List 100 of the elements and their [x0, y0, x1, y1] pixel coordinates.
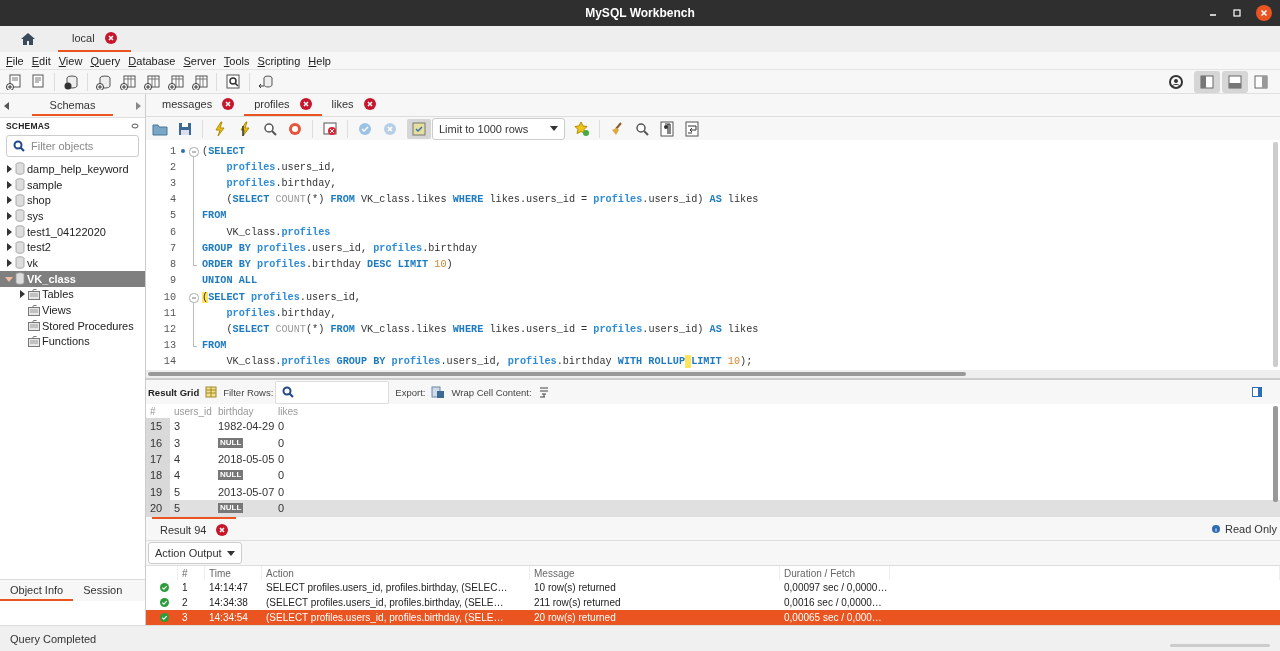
filter-field[interactable] [275, 380, 390, 404]
menu-item[interactable]: Database [124, 54, 180, 67]
table-cell: 20 row(s) returned [530, 610, 780, 625]
panel-toggle-icon[interactable] [1252, 387, 1262, 397]
menu-item[interactable]: View [54, 54, 87, 67]
toggle-icon[interactable] [411, 120, 427, 137]
database-arrow-icon[interactable] [258, 73, 274, 90]
read-only-label: Read Only [1225, 522, 1277, 535]
table-cell-text: 3 [173, 435, 182, 451]
filter-field[interactable]: Filter objects [6, 135, 139, 157]
wrap-label: Wrap Cell Content: [451, 386, 532, 398]
menu-item[interactable]: Server [179, 54, 220, 67]
info-icon [1212, 524, 1220, 533]
database-icon [15, 178, 25, 192]
table-plus-icon[interactable] [120, 73, 136, 90]
schema-folder-item[interactable]: Stored Procedures [0, 317, 145, 334]
right-arrow-icon[interactable] [135, 101, 141, 110]
menu-item[interactable]: File [2, 54, 28, 67]
search-icon[interactable] [225, 73, 241, 90]
window-title: MySQL Workbench [585, 6, 695, 20]
magnifier-icon[interactable] [262, 120, 278, 137]
scrollbar[interactable] [1273, 406, 1278, 502]
stop-icon[interactable] [287, 120, 303, 137]
table-plus-icon[interactable] [144, 73, 160, 90]
database-info-icon[interactable] [63, 73, 79, 90]
menu-item[interactable]: Query [86, 54, 125, 67]
table-plus-icon[interactable] [192, 73, 208, 90]
line-number: 10 [162, 291, 177, 303]
pilcrow-icon[interactable] [659, 120, 676, 137]
scrollbar[interactable] [148, 372, 966, 376]
menu-item[interactable]: Scripting [253, 54, 305, 67]
maximize-icon[interactable] [1232, 8, 1242, 18]
close-icon[interactable] [1256, 5, 1272, 21]
editor-tab[interactable]: messages [152, 94, 245, 116]
table-cell-text: 0 [277, 419, 286, 435]
close-icon[interactable] [299, 98, 312, 110]
panel-tab[interactable]: Session [73, 580, 133, 601]
database-icon [15, 225, 25, 239]
check-circle-icon[interactable] [357, 120, 373, 137]
line-number: 14 [162, 356, 177, 368]
output-mode-dropdown[interactable]: Action Output [148, 542, 242, 565]
close-icon[interactable] [222, 98, 235, 110]
left-arrow-icon[interactable] [4, 101, 10, 110]
close-icon[interactable] [104, 32, 117, 44]
menu-item[interactable]: Help [304, 54, 335, 67]
column-header[interactable]: Time [205, 566, 262, 580]
bottom-panel-icon[interactable] [1227, 73, 1243, 90]
schema-item[interactable]: sample [0, 176, 145, 193]
schemas-heading: SCHEMAS [6, 121, 50, 131]
column-header[interactable]: Duration / Fetch [780, 566, 890, 580]
table-plus-icon[interactable] [168, 73, 184, 90]
table-cell-text: 0 [277, 484, 286, 500]
database-icon [15, 256, 25, 270]
schema-item[interactable]: VK_class [0, 270, 145, 287]
null-badge: NULL [218, 503, 244, 514]
schema-folder-item[interactable]: Tables [0, 286, 145, 303]
new-document-icon[interactable] [6, 73, 22, 90]
lightning-icon[interactable] [212, 120, 228, 137]
left-panel-icon[interactable] [1199, 73, 1215, 90]
scrollbar[interactable] [1273, 142, 1278, 367]
star-plus-icon[interactable] [574, 120, 591, 137]
wrap-icon[interactable] [684, 120, 701, 137]
schema-folder-item[interactable]: Functions [0, 333, 145, 350]
limit-dropdown[interactable]: Limit to 1000 rows [432, 117, 566, 140]
search-icon [282, 386, 295, 398]
export-icon[interactable] [431, 385, 446, 399]
expand-arrow-icon[interactable] [18, 290, 26, 299]
user-icon[interactable] [1168, 73, 1184, 90]
table-cell-text: 3 [173, 419, 182, 435]
wrap-icon[interactable] [537, 386, 550, 398]
menu-item[interactable]: Edit [27, 54, 55, 67]
right-panel-icon[interactable] [1253, 73, 1269, 90]
table-x-icon[interactable] [322, 120, 338, 137]
schema-item[interactable]: test2 [0, 239, 145, 256]
null-badge: NULL [218, 437, 244, 448]
menu-item[interactable]: Tools [219, 54, 254, 67]
schema-item[interactable]: damp_help_keyword [0, 161, 145, 177]
schema-folder-item[interactable]: Views [0, 302, 145, 318]
column-header[interactable]: # [178, 566, 205, 580]
schema-item[interactable]: shop [0, 192, 145, 209]
table-cell: 18 [146, 467, 170, 484]
lightning-cursor-icon[interactable] [237, 120, 253, 137]
code-line: UNION ALL [202, 275, 259, 287]
schema-item[interactable]: test1_04122020 [0, 223, 145, 240]
line-number: 13 [162, 340, 177, 352]
close-icon[interactable] [216, 523, 229, 536]
schema-item[interactable]: vk [0, 255, 145, 271]
table-cell-text: 4 [173, 468, 182, 484]
column-header[interactable]: Action [262, 566, 530, 580]
schema-item[interactable]: sys [0, 208, 145, 224]
save-icon[interactable] [177, 120, 193, 137]
close-icon[interactable] [363, 98, 376, 110]
search-icon[interactable] [634, 120, 651, 137]
database-plus-icon[interactable] [96, 73, 112, 90]
home-icon[interactable] [20, 31, 36, 47]
editor-tab[interactable]: likes [321, 94, 386, 116]
column-header[interactable]: Message [530, 566, 780, 580]
caret-icon [226, 550, 235, 556]
folder-icon [28, 320, 40, 332]
filter-label: Filter Rows: [223, 386, 274, 398]
